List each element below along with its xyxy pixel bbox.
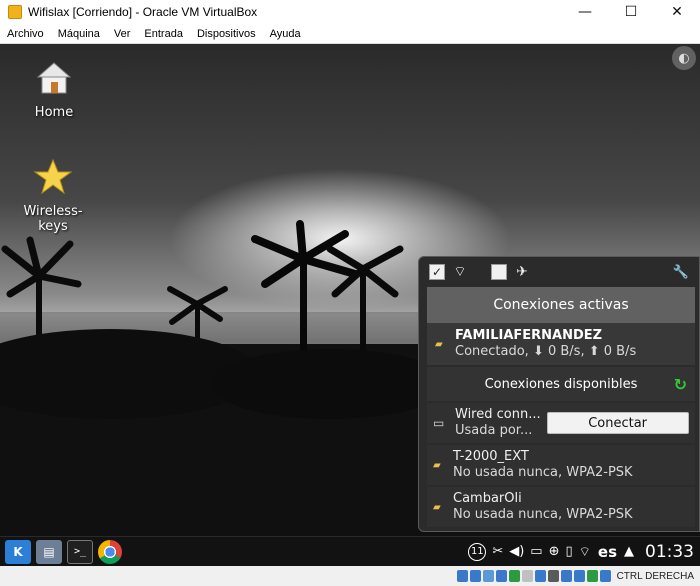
statusbar-device-icon[interactable] — [469, 570, 481, 582]
statusbar-device-icon[interactable] — [482, 570, 494, 582]
active-connection-name: FAMILIAFERNANDEZ — [455, 328, 603, 343]
available-connections-label: Conexiones disponibles — [484, 376, 638, 392]
airplane-mode-checkbox[interactable] — [491, 264, 507, 280]
menu-ayuda[interactable]: Ayuda — [263, 28, 308, 40]
tray-expand-icon[interactable]: ▲ — [624, 544, 634, 559]
kde-menu-button[interactable]: K — [5, 539, 31, 564]
wifi-lock-icon: ▰ — [435, 338, 443, 350]
menu-entrada[interactable]: Entrada — [137, 28, 190, 40]
statusbar-device-icon[interactable] — [534, 570, 546, 582]
wifi-lock-icon: ▰ — [433, 501, 441, 513]
available-connections-header: Conexiones disponibles ↻ — [427, 367, 695, 401]
guest-taskbar: K ▤ >_ 11 ✂ ◀) ▭ ⊕ ▯ ⌔ es ▲ 01:33 — [0, 536, 700, 566]
clipboard-scissors-icon[interactable]: ✂ — [492, 544, 503, 559]
wifi-network-item[interactable]: ▰ CambarOli No usada nunca, WPA2-PSK — [427, 487, 695, 527]
window-title: Wifislax [Corriendo] - Oracle VM Virtual… — [28, 5, 258, 19]
guest-desktop: ◐ Home Wireless- keys ✓ ⌔ ✈ 🔧 Conexiones… — [0, 44, 700, 566]
network-toggles: ✓ ⌔ ✈ 🔧 — [419, 257, 699, 287]
menu-ver[interactable]: Ver — [107, 28, 138, 40]
menu-maquina[interactable]: Máquina — [51, 28, 107, 40]
keyboard-layout-indicator[interactable]: es — [598, 543, 617, 561]
vm-statusbar: CTRL DERECHA — [0, 566, 700, 586]
maximize-button[interactable]: ☐ — [608, 0, 654, 24]
desktop-icon-wireless-keys-label: Wireless- keys — [23, 204, 83, 234]
desktop-icon-wireless-keys[interactable]: Wireless- keys — [15, 142, 91, 249]
system-tray: 11 ✂ ◀) ▭ ⊕ ▯ ⌔ es ▲ 01:33 — [465, 537, 700, 567]
wifi-icon: ⌔ — [453, 264, 467, 280]
volume-icon[interactable]: ◀) — [509, 544, 524, 559]
host-key-label: CTRL DERECHA — [616, 570, 694, 582]
usb-icon[interactable]: ⊕ — [549, 544, 560, 559]
connect-button[interactable]: Conectar — [546, 412, 689, 434]
wired-connection-name: Wired conn... — [455, 407, 541, 422]
chrome-icon[interactable] — [98, 539, 122, 564]
file-manager-icon[interactable]: ▤ — [36, 539, 62, 564]
active-connection-status: Conectado, ⬇ 0 B/s, ⬆ 0 B/s — [455, 344, 637, 359]
desktop-icon-home-label: Home — [34, 105, 74, 120]
statusbar-device-icon[interactable] — [573, 570, 585, 582]
wifi-lock-icon: ▰ — [433, 459, 441, 471]
clock[interactable]: 01:33 — [645, 542, 694, 562]
notification-badge[interactable]: 11 — [468, 542, 487, 561]
wifi-tray-icon[interactable]: ⌔ — [579, 544, 591, 560]
home-folder-icon — [36, 62, 72, 94]
desktop-toolbox-icon[interactable]: ◐ — [672, 46, 696, 70]
display-icon[interactable]: ▭ — [530, 544, 542, 559]
statusbar-device-icon[interactable] — [547, 570, 559, 582]
statusbar-device-icon[interactable] — [599, 570, 611, 582]
active-connections-header: Conexiones activas — [427, 287, 695, 323]
active-connection-item[interactable]: ▰ FAMILIAFERNANDEZ Conectado, ⬇ 0 B/s, ⬆… — [427, 323, 695, 365]
wifi-network-status: No usada nunca, WPA2-PSK — [453, 507, 633, 522]
wifi-network-status: No usada nunca, WPA2-PSK — [453, 465, 633, 480]
menu-dispositivos[interactable]: Dispositivos — [190, 28, 263, 40]
desktop-icon-home[interactable]: Home — [16, 58, 92, 120]
wired-connection-status: Usada por... — [455, 423, 533, 438]
virtualbox-icon — [8, 5, 22, 19]
wifi-network-item[interactable]: ▰ T-2000_EXT No usada nunca, WPA2-PSK — [427, 445, 695, 485]
wifi-network-name: CambarOli — [453, 491, 522, 506]
statusbar-device-icon[interactable] — [521, 570, 533, 582]
battery-icon[interactable]: ▯ — [566, 544, 573, 559]
menubar: Archivo Máquina Ver Entrada Dispositivos… — [0, 24, 700, 44]
network-manager-popup: ✓ ⌔ ✈ 🔧 Conexiones activas ▰ FAMILIAFERN… — [418, 256, 700, 532]
star-icon — [33, 158, 73, 195]
window-titlebar: Wifislax [Corriendo] - Oracle VM Virtual… — [0, 0, 700, 24]
terminal-icon[interactable]: >_ — [67, 539, 93, 564]
wrench-icon[interactable]: 🔧 — [673, 265, 689, 280]
statusbar-device-icon[interactable] — [456, 570, 468, 582]
wired-connection-item[interactable]: ▭ Wired conn... Usada por... Conectar — [427, 403, 695, 443]
statusbar-device-icon[interactable] — [560, 570, 572, 582]
wired-network-icon: ▭ — [433, 416, 445, 430]
networking-enabled-checkbox[interactable]: ✓ — [429, 264, 445, 280]
statusbar-device-icon[interactable] — [495, 570, 507, 582]
close-button[interactable]: ✕ — [654, 0, 700, 24]
wifi-network-name: T-2000_EXT — [453, 449, 529, 464]
statusbar-device-icon[interactable] — [508, 570, 520, 582]
minimize-button[interactable]: — — [562, 0, 608, 24]
refresh-icon[interactable]: ↻ — [674, 375, 687, 394]
airplane-off-icon: ✈ — [516, 264, 528, 280]
statusbar-device-icon[interactable] — [586, 570, 598, 582]
menu-archivo[interactable]: Archivo — [0, 28, 51, 40]
